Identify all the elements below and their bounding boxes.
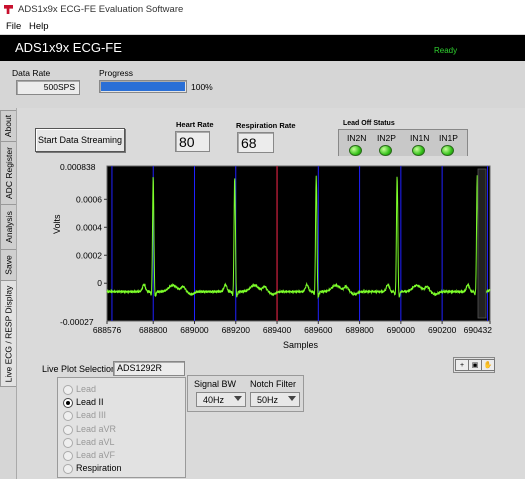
- lead-radio: [63, 451, 73, 461]
- tab-live-ecg[interactable]: Live ECG / RESP Display: [0, 280, 16, 387]
- app-banner: ADS1x9x ECG-FE Ready: [0, 35, 525, 61]
- heart-rate-label: Heart Rate: [176, 120, 214, 129]
- lead-option-label: Lead III: [76, 410, 107, 421]
- zoom-icon[interactable]: ▣: [468, 359, 482, 371]
- lead-option-label: Lead aVL: [76, 436, 115, 447]
- led-in2p: [379, 145, 392, 156]
- lead-radio: [63, 385, 73, 395]
- lead-in1n-label: IN1N: [410, 133, 430, 143]
- graph-frame: [40, 156, 512, 356]
- chevron-down-icon: [288, 396, 296, 401]
- lead-option-label: Lead aVF: [76, 450, 116, 460]
- progress-percent: 100%: [191, 82, 213, 92]
- tab-save[interactable]: Save: [0, 249, 16, 281]
- respiration-rate-label: Respiration Rate: [236, 121, 296, 130]
- pan-hand-icon[interactable]: ✋: [481, 359, 495, 371]
- signal-bw-label: Signal BW: [194, 379, 237, 389]
- menu-bar: File Help: [0, 20, 525, 35]
- progress-bar: [99, 80, 187, 93]
- lead-radio: [63, 424, 73, 435]
- device-field: ADS1292R: [113, 361, 185, 376]
- y-top-label: 0.000838: [60, 162, 96, 172]
- lead-option-label: Lead aVR: [76, 423, 117, 434]
- chevron-down-icon: [234, 396, 242, 401]
- tab-adc-register[interactable]: ADC Register: [0, 141, 16, 205]
- lead-selection-group: Lead Lead II Lead III Lead aVR Lead aVL Lead …: [57, 377, 186, 478]
- lead-in2p-label: IN2P: [377, 133, 396, 143]
- start-streaming-button[interactable]: Start Data Streaming: [35, 128, 125, 152]
- lead-in1p-label: IN1P: [439, 133, 458, 143]
- data-rate-field: 500SPS: [16, 80, 80, 95]
- tab-strip: About ADC Register Analysis Save Live EC…: [0, 110, 16, 479]
- lead-option-label: Respiration: [76, 463, 122, 474]
- window-title: ADS1x9x ECG-FE Evaluation Software: [18, 4, 184, 15]
- live-plot-selection-label: Live Plot Selection: [42, 364, 117, 374]
- tab-about[interactable]: About: [0, 110, 16, 142]
- lead-radio[interactable]: [63, 398, 73, 409]
- menu-file[interactable]: File: [6, 21, 21, 32]
- heart-rate-value: 80: [175, 131, 210, 152]
- led-in1n: [412, 145, 425, 156]
- y-bottom-label: -0.00027: [60, 317, 94, 327]
- x-axis-label: Samples: [283, 340, 319, 350]
- notch-filter-dropdown[interactable]: 50Hz: [250, 392, 300, 407]
- graph-tool-palette: + ▣ ✋: [453, 357, 495, 373]
- signal-bw-dropdown[interactable]: 40Hz: [196, 392, 246, 407]
- data-rate-label: Data Rate: [12, 68, 51, 78]
- respiration-rate-value: 68: [237, 132, 274, 153]
- progress-label: Progress: [99, 68, 134, 78]
- crosshair-icon[interactable]: +: [455, 359, 469, 371]
- lead-off-title: Lead Off Status: [343, 120, 395, 127]
- led-in2n: [349, 145, 362, 156]
- lead-in2n-label: IN2N: [347, 133, 367, 143]
- lead-radio[interactable]: [63, 464, 73, 475]
- ti-logo-icon: [4, 5, 13, 14]
- notch-filter-label: Notch Filter: [250, 379, 297, 389]
- progress-bar-fill: [101, 82, 185, 91]
- lead-radio: [63, 411, 73, 422]
- tab-analysis[interactable]: Analysis: [0, 204, 16, 250]
- lead-option-label: Lead II: [76, 397, 104, 408]
- app-name: ADS1x9x ECG-FE: [15, 40, 122, 55]
- lead-option-label: Lead: [76, 384, 97, 394]
- filter-group: Signal BW Notch Filter 40Hz 50Hz: [187, 375, 304, 412]
- status-ready: Ready: [434, 46, 458, 55]
- title-bar: ADS1x9x ECG-FE Evaluation Software: [0, 0, 525, 20]
- lead-radio: [63, 437, 73, 448]
- y-axis-label: Volts: [52, 214, 62, 234]
- led-in1p: [441, 145, 454, 156]
- menu-help[interactable]: Help: [29, 21, 49, 32]
